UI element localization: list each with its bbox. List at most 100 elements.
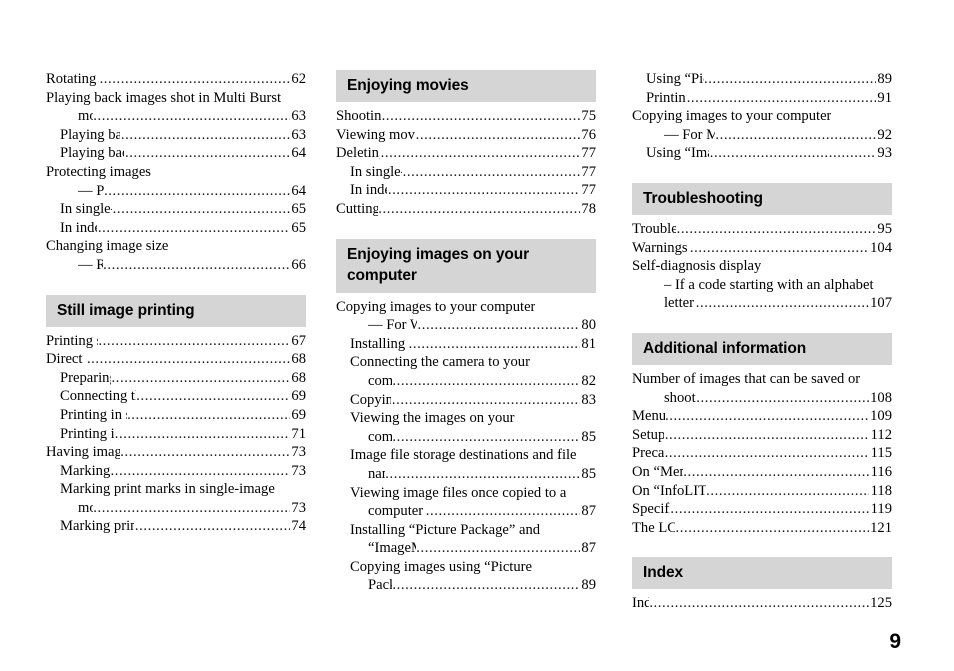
toc-entry-page: 92 [877,126,892,143]
toc-entry[interactable]: Copying images 83 [336,391,596,410]
toc-entry[interactable]: mode 73 [46,499,306,518]
toc-entry-title: — For Macintosh users [664,126,715,143]
toc-entry-title: Warnings and messages [632,239,689,256]
toc-entry-title: Rotating still images [46,71,99,87]
toc-entry[interactable]: – If a code starting with an alphabet [632,276,892,295]
toc-entry[interactable]: computer 82 [336,372,596,391]
toc-entry-title: Copying images to your computer [336,298,536,315]
toc-entry[interactable]: Rotating still images 62 [46,70,306,89]
toc-entry-page: 64 [291,182,306,199]
toc-entry[interactable]: Setup items 112 [632,426,892,445]
dot-leader [104,182,290,201]
toc-entry[interactable]: Troubleshooting 95 [632,220,892,239]
toc-entry[interactable]: In index mode 65 [46,219,306,238]
toc-entry[interactable]: Playing back frame by frame 64 [46,144,306,163]
dot-leader [706,482,869,501]
toc-entry[interactable]: Precautions 115 [632,444,892,463]
toc-entry[interactable]: Marking print marks 73 [46,462,306,481]
toc-entry[interactable]: Printing still images 67 [46,332,306,351]
toc-entry[interactable]: Playing back continuously 63 [46,126,306,145]
toc-entry[interactable]: In index mode 77 [336,181,596,200]
toc-entry[interactable]: Connecting the camera to your [336,353,596,372]
toc-entry[interactable]: Preparing the camera 68 [46,369,306,388]
toc-entry[interactable]: Copying images using “Picture [336,558,596,577]
toc-entry[interactable]: Marking print marks in single-image [46,480,306,499]
toc-entry[interactable]: Installing the USB driver 81 [336,335,596,354]
toc-entry[interactable]: Number of images that can be saved or [632,370,892,389]
toc-entry-title: Image file storage destinations and file [350,447,577,464]
toc-entry[interactable]: Having images printed at a shop 73 [46,443,306,462]
toc-entry[interactable]: Printing in single-image mode 69 [46,406,306,425]
toc-entry[interactable]: Printing images 91 [632,89,892,108]
toc-entry-page: 69 [291,388,306,405]
toc-entry[interactable]: Using “ImageMixer VCD2” 93 [632,144,892,163]
toc-entry[interactable]: In single-image mode 77 [336,163,596,182]
toc-entry[interactable]: Viewing the images on your [336,409,596,428]
toc-entry-title: Self-diagnosis display [632,258,762,275]
toc-entry[interactable]: — For Windows users 80 [336,316,596,335]
toc-entry[interactable]: Image file storage destinations and file [336,446,596,465]
toc-entry[interactable]: In single-image mode 65 [46,200,306,219]
toc-entry[interactable]: Warnings and messages 104 [632,239,892,258]
dot-leader [385,465,580,484]
toc-entry-title: Package” [368,577,392,594]
toc-entry[interactable]: — For Macintosh users 92 [632,126,892,145]
toc-entry[interactable]: computer 85 [336,428,596,447]
toc-entry[interactable]: Using “Picture Package” 89 [632,70,892,89]
toc-entry[interactable]: shooting time 108 [632,389,892,408]
toc-entry-page: 81 [581,335,596,352]
toc-entry-page: 116 [870,463,892,480]
toc-entry[interactable]: On “Memory Stick” 116 [632,463,892,482]
toc-entry-title: Having images printed at a shop [46,444,120,461]
toc-entry[interactable]: — Protect 64 [46,182,306,201]
dot-leader [98,219,290,238]
toc-entry[interactable]: Package” 89 [336,576,596,595]
toc-entry-title: Index [632,595,649,612]
toc-entry-title: – If a code starting with an alphabet [664,276,874,293]
toc-entry[interactable]: Playing back images shot in Multi Burst [46,89,306,108]
toc-entry[interactable]: Shooting movies 75 [336,107,596,126]
toc-entry-title: mode [78,499,93,516]
toc-entry[interactable]: names 85 [336,465,596,484]
toc-entry[interactable]: Copying images to your computer [632,107,892,126]
toc-entry[interactable]: Self-diagnosis display [632,257,892,276]
dot-leader [381,144,580,163]
toc-entry[interactable]: computer with your camera 87 [336,502,596,521]
toc-entry[interactable]: Index 125 [632,594,892,613]
toc-entry-title: Cutting movies [336,200,378,217]
toc-entry[interactable]: Deleting movies 77 [336,144,596,163]
toc-entry[interactable]: Installing “Picture Package” and [336,521,596,540]
toc-entry-page: 85 [581,428,596,445]
toc-entry[interactable]: “ImageMixer VCD2” 87 [336,539,596,558]
toc-entry[interactable]: The LCD screen 121 [632,519,892,538]
toc-entry-title: Marking print marks in index mode [60,518,135,535]
toc-entry[interactable]: Changing image size [46,237,306,256]
section-header: Index [632,557,892,590]
toc-entry[interactable]: Marking print marks in index mode 74 [46,517,306,536]
toc-entry-title: Menu items [632,408,665,425]
toc-entry[interactable]: On “InfoLITHIUM” battery pack 118 [632,482,892,501]
toc-entry[interactable]: Connecting the camera to the printer 69 [46,387,306,406]
toc-entry[interactable]: Cutting movies 78 [336,200,596,219]
toc-entry-title: Troubleshooting [632,220,677,237]
toc-entry-page: 68 [291,351,306,368]
toc-entry-page: 95 [877,220,892,237]
toc-entry-page: 63 [291,126,306,143]
toc-entry[interactable]: Copying images to your computer [336,298,596,317]
toc-entry[interactable]: Menu items 109 [632,407,892,426]
toc-entry[interactable]: Direct printing 68 [46,350,306,369]
toc-entry-title: Printing in index mode [60,425,115,442]
toc-entry-title: Playing back images shot in Multi Burst [46,89,282,106]
toc-entry[interactable]: letter appears 107 [632,294,892,313]
toc-entry[interactable]: mode 63 [46,107,306,126]
toc-entry[interactable]: — Resize 66 [46,256,306,275]
dot-leader [675,519,868,538]
toc-entry[interactable]: Printing in index mode 71 [46,425,306,444]
toc-entry[interactable]: Viewing movies on the LCD screen 76 [336,126,596,145]
toc-entry-list: Index 125 [632,594,892,613]
toc-entry[interactable]: Specifications 119 [632,500,892,519]
toc-entry[interactable]: Viewing image files once copied to a [336,484,596,503]
column-middle: Enjoying movies Shooting movies 75 Viewing … [336,70,596,595]
section-header-line: computer [347,266,417,284]
toc-entry[interactable]: Protecting images [46,163,306,182]
